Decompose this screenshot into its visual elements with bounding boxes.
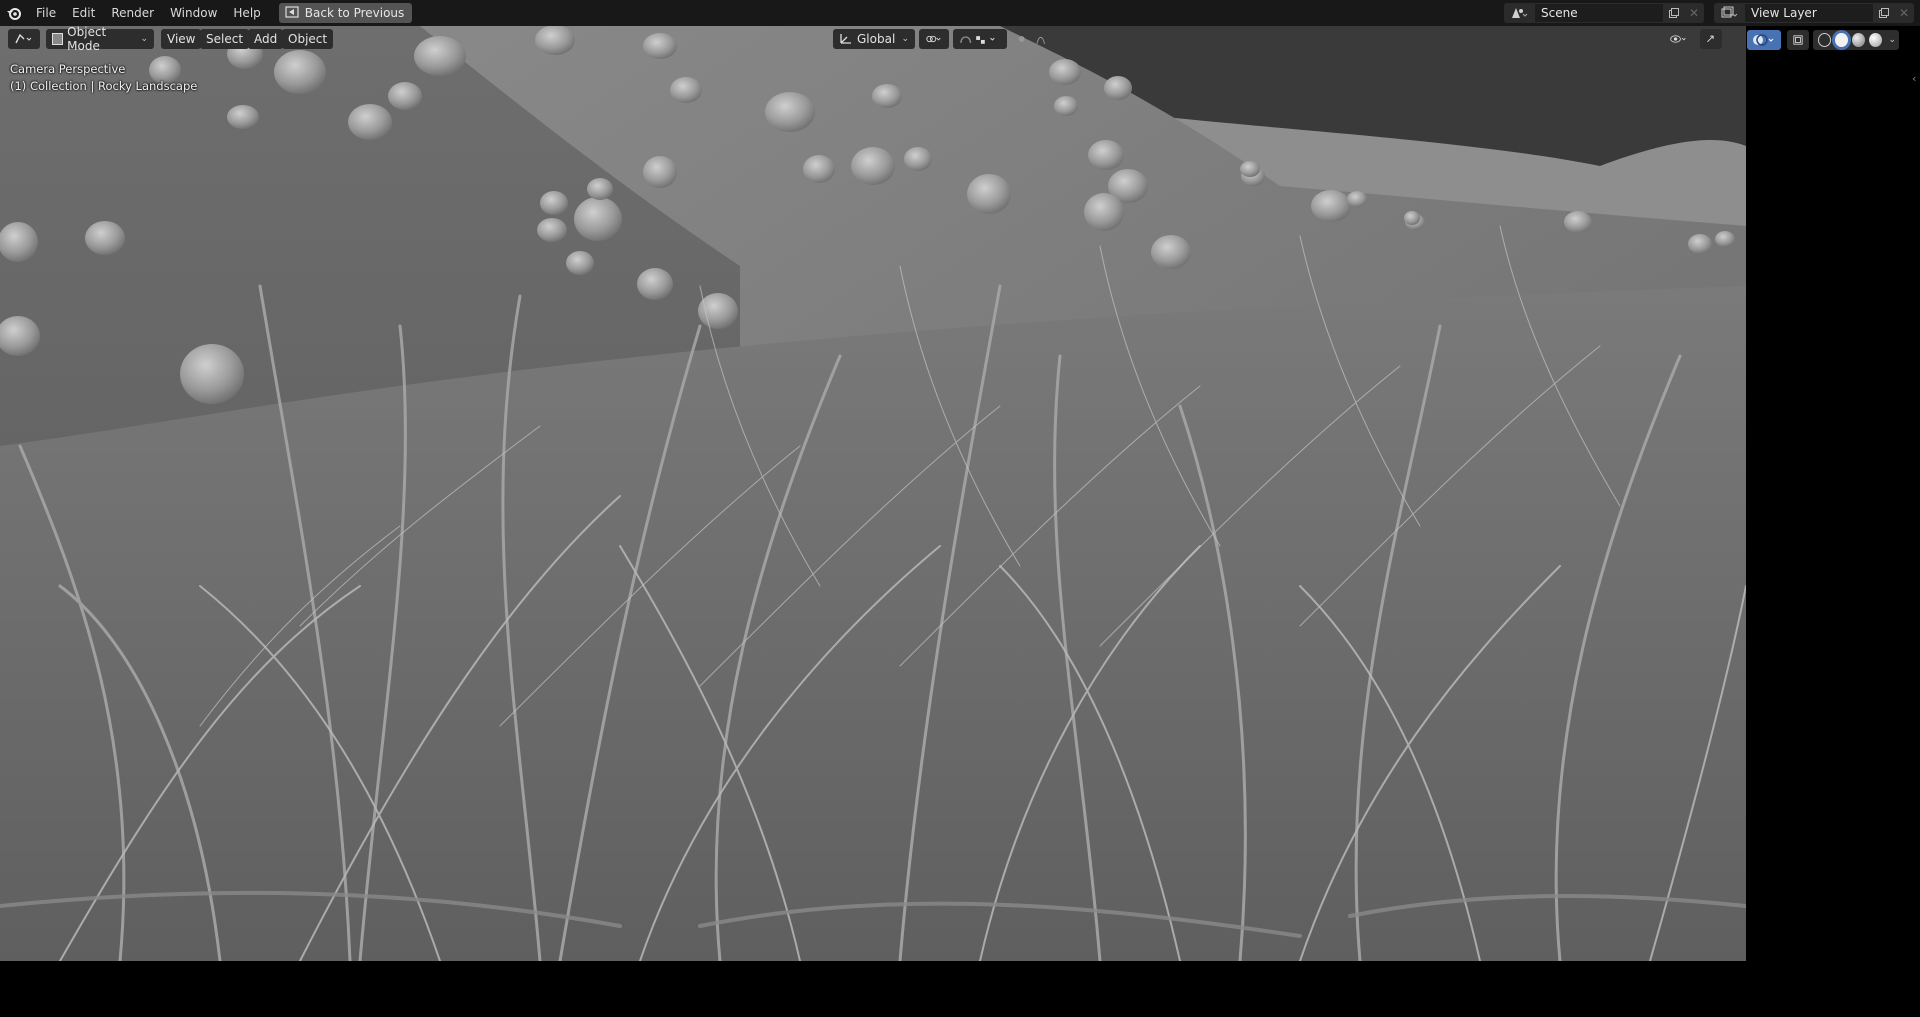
menu-window[interactable]: Window bbox=[162, 2, 225, 24]
delete-scene-icon[interactable]: ✕ bbox=[1684, 3, 1704, 23]
object-mode-icon bbox=[52, 33, 64, 45]
new-scene-icon[interactable] bbox=[1664, 3, 1684, 23]
menu-edit[interactable]: Edit bbox=[64, 2, 103, 24]
view-layer-icon[interactable] bbox=[1714, 3, 1744, 23]
top-bar: File Edit Render Window Help Back to Pre… bbox=[0, 0, 1920, 26]
object-mode-dropdown[interactable]: Object Mode ⌄ bbox=[46, 26, 154, 53]
viewport-header: Object Mode ⌄ View Select Add Object Glo… bbox=[0, 26, 1746, 53]
add-menu[interactable]: Add bbox=[248, 29, 284, 49]
scene-render bbox=[0, 26, 1746, 961]
material-icon[interactable] bbox=[1852, 33, 1866, 47]
editor-type-icon[interactable] bbox=[8, 29, 40, 49]
snap-icon[interactable] bbox=[953, 29, 1007, 49]
menu-help[interactable]: Help bbox=[225, 2, 268, 24]
transform-orientation-dropdown[interactable]: Global ⌄ bbox=[833, 29, 915, 49]
sidebar-toggle-icon[interactable]: ‹ bbox=[1912, 72, 1916, 85]
xray-icon[interactable] bbox=[1787, 30, 1809, 50]
bottom-black-region bbox=[0, 961, 1920, 1017]
wireframe-icon[interactable] bbox=[1818, 33, 1832, 47]
pivot-icon[interactable] bbox=[919, 29, 949, 49]
chevron-down-icon: ⌄ bbox=[140, 34, 148, 44]
delete-view-layer-icon[interactable]: ✕ bbox=[1894, 3, 1914, 23]
select-menu[interactable]: Select bbox=[200, 29, 250, 49]
transform-orientation-icon bbox=[839, 32, 853, 47]
chevron-down-icon: ⌄ bbox=[901, 34, 909, 44]
camera-perspective-label: Camera Perspective bbox=[10, 62, 126, 76]
visibility-icon[interactable] bbox=[1663, 29, 1693, 49]
menu-file[interactable]: File bbox=[28, 2, 64, 24]
right-black-region bbox=[1746, 26, 1920, 961]
viewport-shading-group: ⌄ bbox=[1747, 30, 1899, 50]
scene-name-field[interactable]: Scene bbox=[1534, 3, 1664, 23]
view-layer-name-field[interactable]: View Layer bbox=[1744, 3, 1874, 23]
menu-render[interactable]: Render bbox=[103, 2, 162, 24]
scene-selector[interactable]: Scene ✕ bbox=[1504, 3, 1704, 23]
back-to-previous-button[interactable]: Back to Previous bbox=[278, 3, 413, 23]
blender-logo-icon[interactable] bbox=[0, 0, 28, 26]
shading-mode-switch: ⌄ bbox=[1813, 30, 1899, 50]
gizmo-icon[interactable] bbox=[1700, 29, 1722, 49]
transform-orientation-label: Global bbox=[857, 32, 896, 46]
rendered-icon[interactable] bbox=[1869, 33, 1883, 47]
chevron-down-icon[interactable]: ⌄ bbox=[1888, 35, 1896, 45]
new-view-layer-icon[interactable] bbox=[1874, 3, 1894, 23]
view-menu[interactable]: View bbox=[161, 29, 202, 49]
solid-icon[interactable] bbox=[1835, 33, 1849, 47]
collection-object-label: (1) Collection | Rocky Landscape bbox=[10, 79, 198, 93]
object-menu[interactable]: Object bbox=[282, 29, 334, 49]
back-to-previous-label: Back to Previous bbox=[304, 6, 405, 20]
back-screen-icon bbox=[285, 5, 299, 21]
proportional-icon[interactable] bbox=[1010, 29, 1060, 49]
scene-icon[interactable] bbox=[1504, 3, 1534, 23]
overlay-icon[interactable] bbox=[1747, 30, 1781, 50]
top-right-selectors: Scene ✕ View Layer ✕ bbox=[1504, 0, 1920, 26]
3d-viewport[interactable]: Object Mode ⌄ View Select Add Object Glo… bbox=[0, 26, 1746, 961]
object-mode-label: Object Mode bbox=[67, 26, 107, 53]
view-layer-selector[interactable]: View Layer ✕ bbox=[1714, 3, 1914, 23]
